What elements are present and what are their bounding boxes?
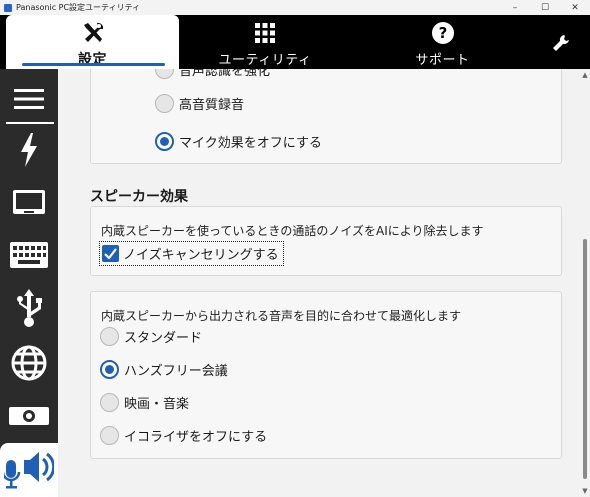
wrench-icon: [553, 35, 569, 51]
sidebar-item-power[interactable]: [0, 124, 58, 176]
option-label: 映画・音楽: [124, 397, 190, 412]
window-title: Panasonic PC設定ユーティリティ: [16, 3, 141, 12]
active-tab-indicator: [22, 63, 165, 66]
speaker-option-equalizer-off[interactable]: イコライザをオフにする: [100, 426, 267, 445]
sidebar-item-audio[interactable]: [0, 443, 58, 497]
minimize-button[interactable]: –: [500, 0, 530, 15]
noise-cancel-description: 内蔵スピーカーを使っているときの通話のノイズをAIにより除去します: [101, 224, 484, 238]
keyboard-icon: [10, 242, 48, 268]
section-title-speaker-effect: スピーカー効果: [90, 189, 188, 205]
maximize-button[interactable]: ☐: [530, 0, 560, 15]
tab-support[interactable]: ? サポート: [390, 15, 495, 69]
network-icon: [11, 345, 47, 381]
usb-icon: [17, 289, 42, 327]
camera-icon: [9, 407, 49, 425]
checkbox-label: ノイズキャンセリングする: [123, 248, 279, 263]
svg-text:?: ?: [438, 24, 447, 42]
sidebar-item-display[interactable]: [0, 177, 58, 229]
speaker-option-movie-music[interactable]: 映画・音楽: [100, 393, 189, 412]
sidebar-item-usb[interactable]: [0, 283, 58, 335]
title-bar: Panasonic PC設定ユーティリティ – ☐ ✕: [0, 0, 590, 15]
tools-icon: [80, 21, 106, 45]
tab-support-label: サポート: [415, 53, 470, 68]
grid-icon: [254, 21, 276, 45]
option-label: 音声認識を強化: [179, 69, 271, 79]
option-label: ハンズフリー会議: [124, 364, 228, 379]
sidebar-item-menu[interactable]: [0, 73, 58, 125]
vertical-scrollbar[interactable]: ▲ ▼: [580, 69, 590, 497]
mic-effect-card: 音声認識を強化 高音質録音 マイク効果をオフにする: [90, 69, 562, 164]
tab-utility[interactable]: ユーティリティ: [210, 15, 320, 69]
radio-button-selected[interactable]: [155, 132, 174, 151]
radio-button[interactable]: [155, 69, 174, 79]
scrollbar-thumb[interactable]: [583, 239, 587, 479]
tab-settings-label: 設定: [78, 52, 107, 68]
speaker-optimize-card: 内蔵スピーカーから出力される音声を目的に合わせて最適化します スタンダード ハン…: [90, 291, 562, 459]
mic-option-voice-recognition[interactable]: 音声認識を強化: [155, 69, 270, 79]
radio-button[interactable]: [155, 94, 174, 113]
tab-settings[interactable]: 設定: [6, 15, 179, 69]
speaker-optimize-description: 内蔵スピーカーから出力される音声を目的に合わせて最適化します: [101, 309, 462, 323]
help-icon: ?: [431, 21, 455, 45]
radio-button[interactable]: [100, 393, 119, 412]
radio-button[interactable]: [100, 327, 119, 346]
radio-button[interactable]: [100, 426, 119, 445]
scroll-up-arrow-icon[interactable]: ▲: [581, 72, 589, 79]
scroll-down-arrow-icon[interactable]: ▼: [581, 488, 589, 495]
power-icon: [21, 133, 37, 167]
option-label: マイク効果をオフにする: [179, 136, 322, 151]
option-label: スタンダード: [124, 331, 203, 346]
tab-utility-label: ユーティリティ: [218, 53, 312, 68]
checkbox-checked[interactable]: [102, 245, 119, 262]
display-icon: [13, 190, 45, 214]
sidebar-item-keyboard[interactable]: [0, 229, 58, 281]
audio-icon: [4, 452, 54, 489]
wrench-button[interactable]: [548, 31, 574, 55]
main-content: 音声認識を強化 高音質録音 マイク効果をオフにする スピーカー効果 内蔵スピーカ…: [58, 69, 590, 497]
speaker-option-standard[interactable]: スタンダード: [100, 327, 202, 346]
mic-option-high-quality-recording[interactable]: 高音質録音: [155, 94, 244, 113]
speaker-option-handsfree-meeting[interactable]: ハンズフリー会議: [100, 360, 228, 379]
noise-cancel-checkbox[interactable]: ノイズキャンセリングする: [99, 241, 284, 266]
option-label: 高音質録音: [179, 98, 245, 113]
window-controls: – ☐ ✕: [500, 0, 590, 15]
checkmark-icon: [104, 248, 117, 259]
sidebar-item-network[interactable]: [0, 337, 58, 389]
noise-cancel-card: 内蔵スピーカーを使っているときの通話のノイズをAIにより除去します ノイズキャン…: [90, 206, 562, 276]
radio-button-selected[interactable]: [100, 360, 119, 379]
mic-option-effects-off[interactable]: マイク効果をオフにする: [155, 132, 322, 151]
option-label: イコライザをオフにする: [124, 430, 268, 445]
sidebar-item-camera[interactable]: [0, 390, 58, 442]
top-navigation: 設定 ユーティリティ ? サポート: [0, 15, 590, 69]
sidebar: [0, 69, 58, 497]
close-button[interactable]: ✕: [560, 0, 590, 15]
app-icon: [4, 3, 12, 12]
menu-icon: [14, 89, 44, 109]
